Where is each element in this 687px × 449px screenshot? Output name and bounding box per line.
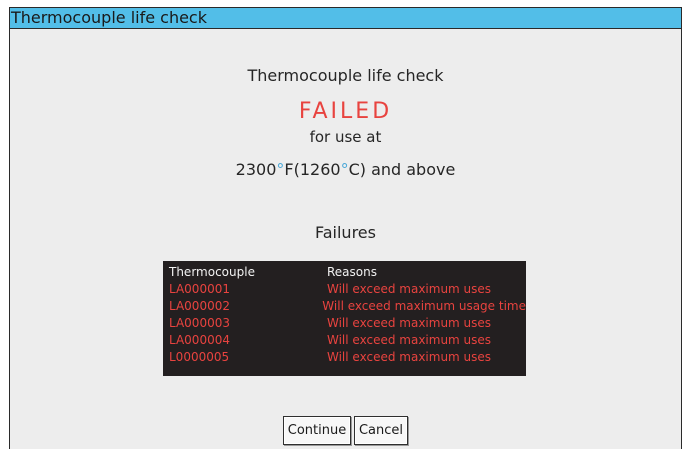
for-use-at-label: for use at (309, 128, 382, 146)
thermocouple-id: LA000003 (169, 316, 230, 330)
temp-f-value: 2300 (235, 160, 277, 179)
failure-reason: Will exceed maximum uses (327, 316, 492, 330)
table-row: LA000003 Will exceed maximum uses (169, 315, 526, 332)
page-title: Thermocouple life check (247, 66, 444, 85)
temperature-threshold: 2300°F(1260°C) and above (10, 160, 681, 179)
window-title: Thermocouple life check (9, 7, 682, 29)
column-header-reasons: Reasons (327, 265, 377, 279)
temp-f-unit: F(1260 (284, 160, 341, 179)
thermocouple-id: LA000002 (169, 299, 230, 313)
column-header-thermocouple: Thermocouple (169, 265, 255, 279)
thermocouple-id: LA000001 (169, 282, 230, 296)
degree-symbol-c: ° (340, 160, 349, 179)
failures-heading: Failures (315, 223, 376, 242)
table-row: LA000002 Will exceed maximum usage time (169, 298, 526, 315)
temp-c-unit: C) and above (348, 160, 456, 179)
failure-reason: Will exceed maximum uses (327, 333, 492, 347)
failure-reason: Will exceed maximum uses (327, 282, 492, 296)
failure-reason: Will exceed maximum usage time (322, 299, 526, 313)
thermocouple-id: L0000005 (169, 350, 230, 364)
table-row: L0000005 Will exceed maximum uses (169, 349, 526, 366)
failures-table: Thermocouple Reasons LA000001 Will excee… (163, 261, 526, 376)
table-header-row: Thermocouple Reasons (169, 264, 526, 281)
thermocouple-check-dialog: Thermocouple life check Thermocouple lif… (9, 7, 682, 449)
table-row: LA000004 Will exceed maximum uses (169, 332, 526, 349)
thermocouple-id: LA000004 (169, 333, 230, 347)
cancel-button[interactable]: Cancel (354, 416, 408, 445)
table-row: LA000001 Will exceed maximum uses (169, 281, 526, 298)
status-failed: FAILED (298, 99, 393, 124)
continue-button[interactable]: Continue (283, 416, 351, 445)
failure-reason: Will exceed maximum uses (327, 350, 492, 364)
